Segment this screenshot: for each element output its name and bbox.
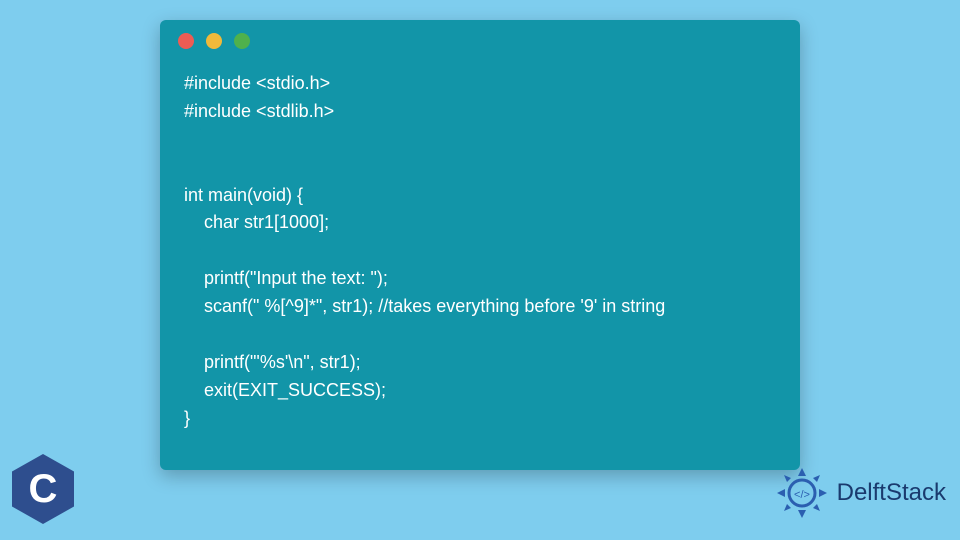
c-language-logo: C [12,454,74,524]
delftstack-logo: </> DelftStack [773,464,946,522]
code-window: #include <stdio.h> #include <stdlib.h> i… [160,20,800,470]
delftstack-badge-icon: </> [773,464,831,522]
svg-text:</>: </> [794,489,810,501]
delftstack-label: DelftStack [837,479,946,507]
c-letter: C [29,467,58,512]
code-content: #include <stdio.h> #include <stdlib.h> i… [160,62,800,453]
minimize-icon[interactable] [206,33,222,49]
hexagon-icon: C [12,454,74,524]
window-titlebar [160,20,800,62]
close-icon[interactable] [178,33,194,49]
maximize-icon[interactable] [234,33,250,49]
